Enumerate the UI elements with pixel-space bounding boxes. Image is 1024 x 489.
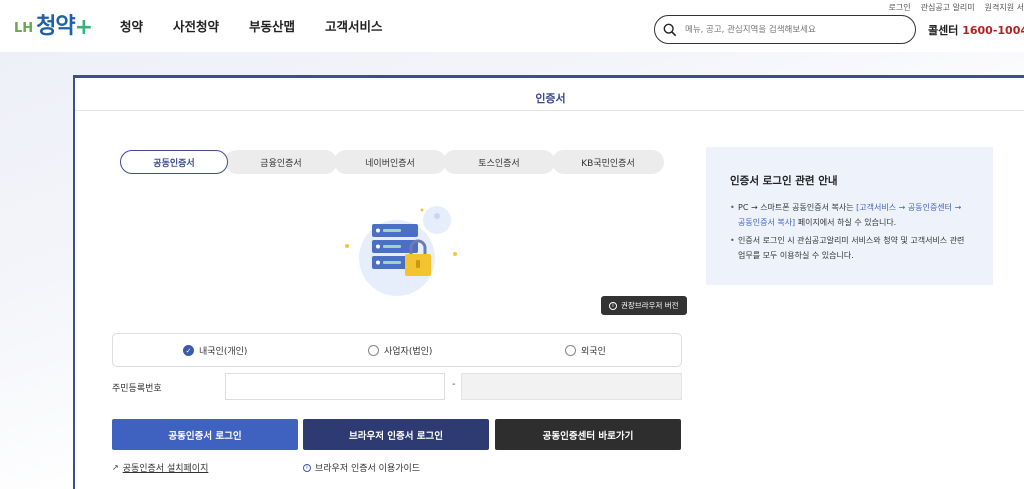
- tab-financial-certificate[interactable]: 금융인증서: [225, 150, 337, 174]
- radio-business-corporate[interactable]: 사업자(법인): [368, 344, 432, 357]
- site-header: LH 청약 + 청약 사전청약 부동산맵 고객서비스 콜센터 1600-1004: [0, 0, 1024, 52]
- tab-toss-certificate[interactable]: 토스인증서: [443, 150, 555, 174]
- radio-label: 내국인(개인): [199, 347, 248, 357]
- info-text: PC → 스마트폰 공동인증서 복사는: [738, 203, 857, 212]
- user-type-radio-group: ✓ 내국인(개인) 사업자(법인) 외국인: [112, 333, 682, 367]
- info-text: 페이지에서 하실 수 있습니다.: [795, 218, 897, 227]
- search-icon[interactable]: [663, 23, 677, 37]
- radio-label: 외국인: [581, 347, 606, 357]
- main-nav: 청약 사전청약 부동산맵 고객서비스: [120, 16, 383, 35]
- recommended-browser-button[interactable]: i 권장브라우저 버전: [601, 296, 687, 315]
- logo-prefix: LH: [14, 21, 34, 36]
- resident-number-front-input[interactable]: [225, 373, 445, 400]
- call-center-number: 1600-1004: [962, 24, 1024, 37]
- logo-plus: +: [74, 15, 94, 40]
- remote-support-link[interactable]: 원격지원 서: [985, 2, 1024, 13]
- nav-item-subscription[interactable]: 청약: [120, 16, 143, 35]
- login-link[interactable]: 로그인: [889, 2, 911, 13]
- resident-number-separator: -: [452, 379, 456, 390]
- call-center: 콜센터 1600-1004: [928, 22, 1024, 38]
- info-item: PC → 스마트폰 공동인증서 복사는 [고객서비스 → 공동인증센터 → 공동…: [730, 200, 969, 230]
- radio-label: 사업자(법인): [384, 347, 433, 357]
- tab-kb-certificate[interactable]: KB국민인증서: [552, 150, 664, 174]
- call-center-label: 콜센터: [928, 24, 959, 37]
- cert-center-button[interactable]: 공동인증센터 바로가기: [495, 419, 681, 450]
- cert-login-button[interactable]: 공동인증서 로그인: [112, 419, 298, 450]
- search-box[interactable]: [654, 15, 916, 44]
- install-page-link[interactable]: ↗ 공동인증서 설치페이지: [112, 461, 208, 474]
- install-page-label: 공동인증서 설치페이지: [122, 464, 209, 474]
- info-item: 인증서 로그인 시 관심공고알리미 서비스와 청약 및 고객서비스 관련업무를 …: [730, 233, 969, 263]
- info-panel-title: 인증서 로그인 관련 안내: [730, 175, 838, 187]
- radio-domestic-individual[interactable]: ✓ 내국인(개인): [183, 344, 247, 357]
- site-logo[interactable]: LH 청약 +: [14, 8, 93, 40]
- radio-circle-icon: [368, 345, 379, 356]
- nav-item-customer-service[interactable]: 고객서비스: [325, 16, 383, 35]
- browser-guide-link[interactable]: i 브라우저 인증서 이용가이드: [303, 461, 420, 474]
- check-icon: ✓: [183, 345, 194, 356]
- radio-foreigner[interactable]: 외국인: [565, 344, 606, 357]
- info-panel: 인증서 로그인 관련 안내 PC → 스마트폰 공동인증서 복사는 [고객서비스…: [706, 147, 993, 285]
- browser-guide-label: 브라우저 인증서 이용가이드: [315, 464, 421, 474]
- utility-links: 로그인 관심공고 알리미 원격지원 서: [889, 2, 1024, 13]
- external-link-icon: ↗: [112, 463, 119, 472]
- search-input[interactable]: [685, 24, 905, 35]
- tab-naver-certificate[interactable]: 네이버인증서: [334, 150, 446, 174]
- recommended-browser-label: 권장브라우저 버전: [621, 301, 679, 310]
- server-lock-icon: [345, 206, 457, 296]
- nav-item-pre-subscription[interactable]: 사전청약: [173, 16, 219, 35]
- tab-joint-certificate[interactable]: 공동인증서: [120, 150, 228, 174]
- title-divider: [75, 110, 1024, 111]
- certificate-tabs: 공동인증서 금융인증서 네이버인증서 토스인증서 KB국민인증서: [120, 150, 664, 174]
- logo-name: 청약: [36, 14, 75, 39]
- interest-alert-link[interactable]: 관심공고 알리미: [921, 2, 975, 13]
- certificate-card: 인증서 공동인증서 금융인증서 네이버인증서 토스인증서 KB국민인증서 i 권…: [73, 75, 1024, 489]
- resident-number-label: 주민등록번호: [112, 384, 162, 394]
- resident-number-back-input[interactable]: [461, 373, 682, 400]
- nav-item-realestate-map[interactable]: 부동산맵: [249, 16, 295, 35]
- browser-cert-login-button[interactable]: 브라우저 인증서 로그인: [303, 419, 489, 450]
- info-icon: i: [609, 301, 617, 310]
- info-icon: i: [303, 463, 311, 472]
- radio-circle-icon: [565, 345, 576, 356]
- page-title: 인증서: [535, 92, 566, 105]
